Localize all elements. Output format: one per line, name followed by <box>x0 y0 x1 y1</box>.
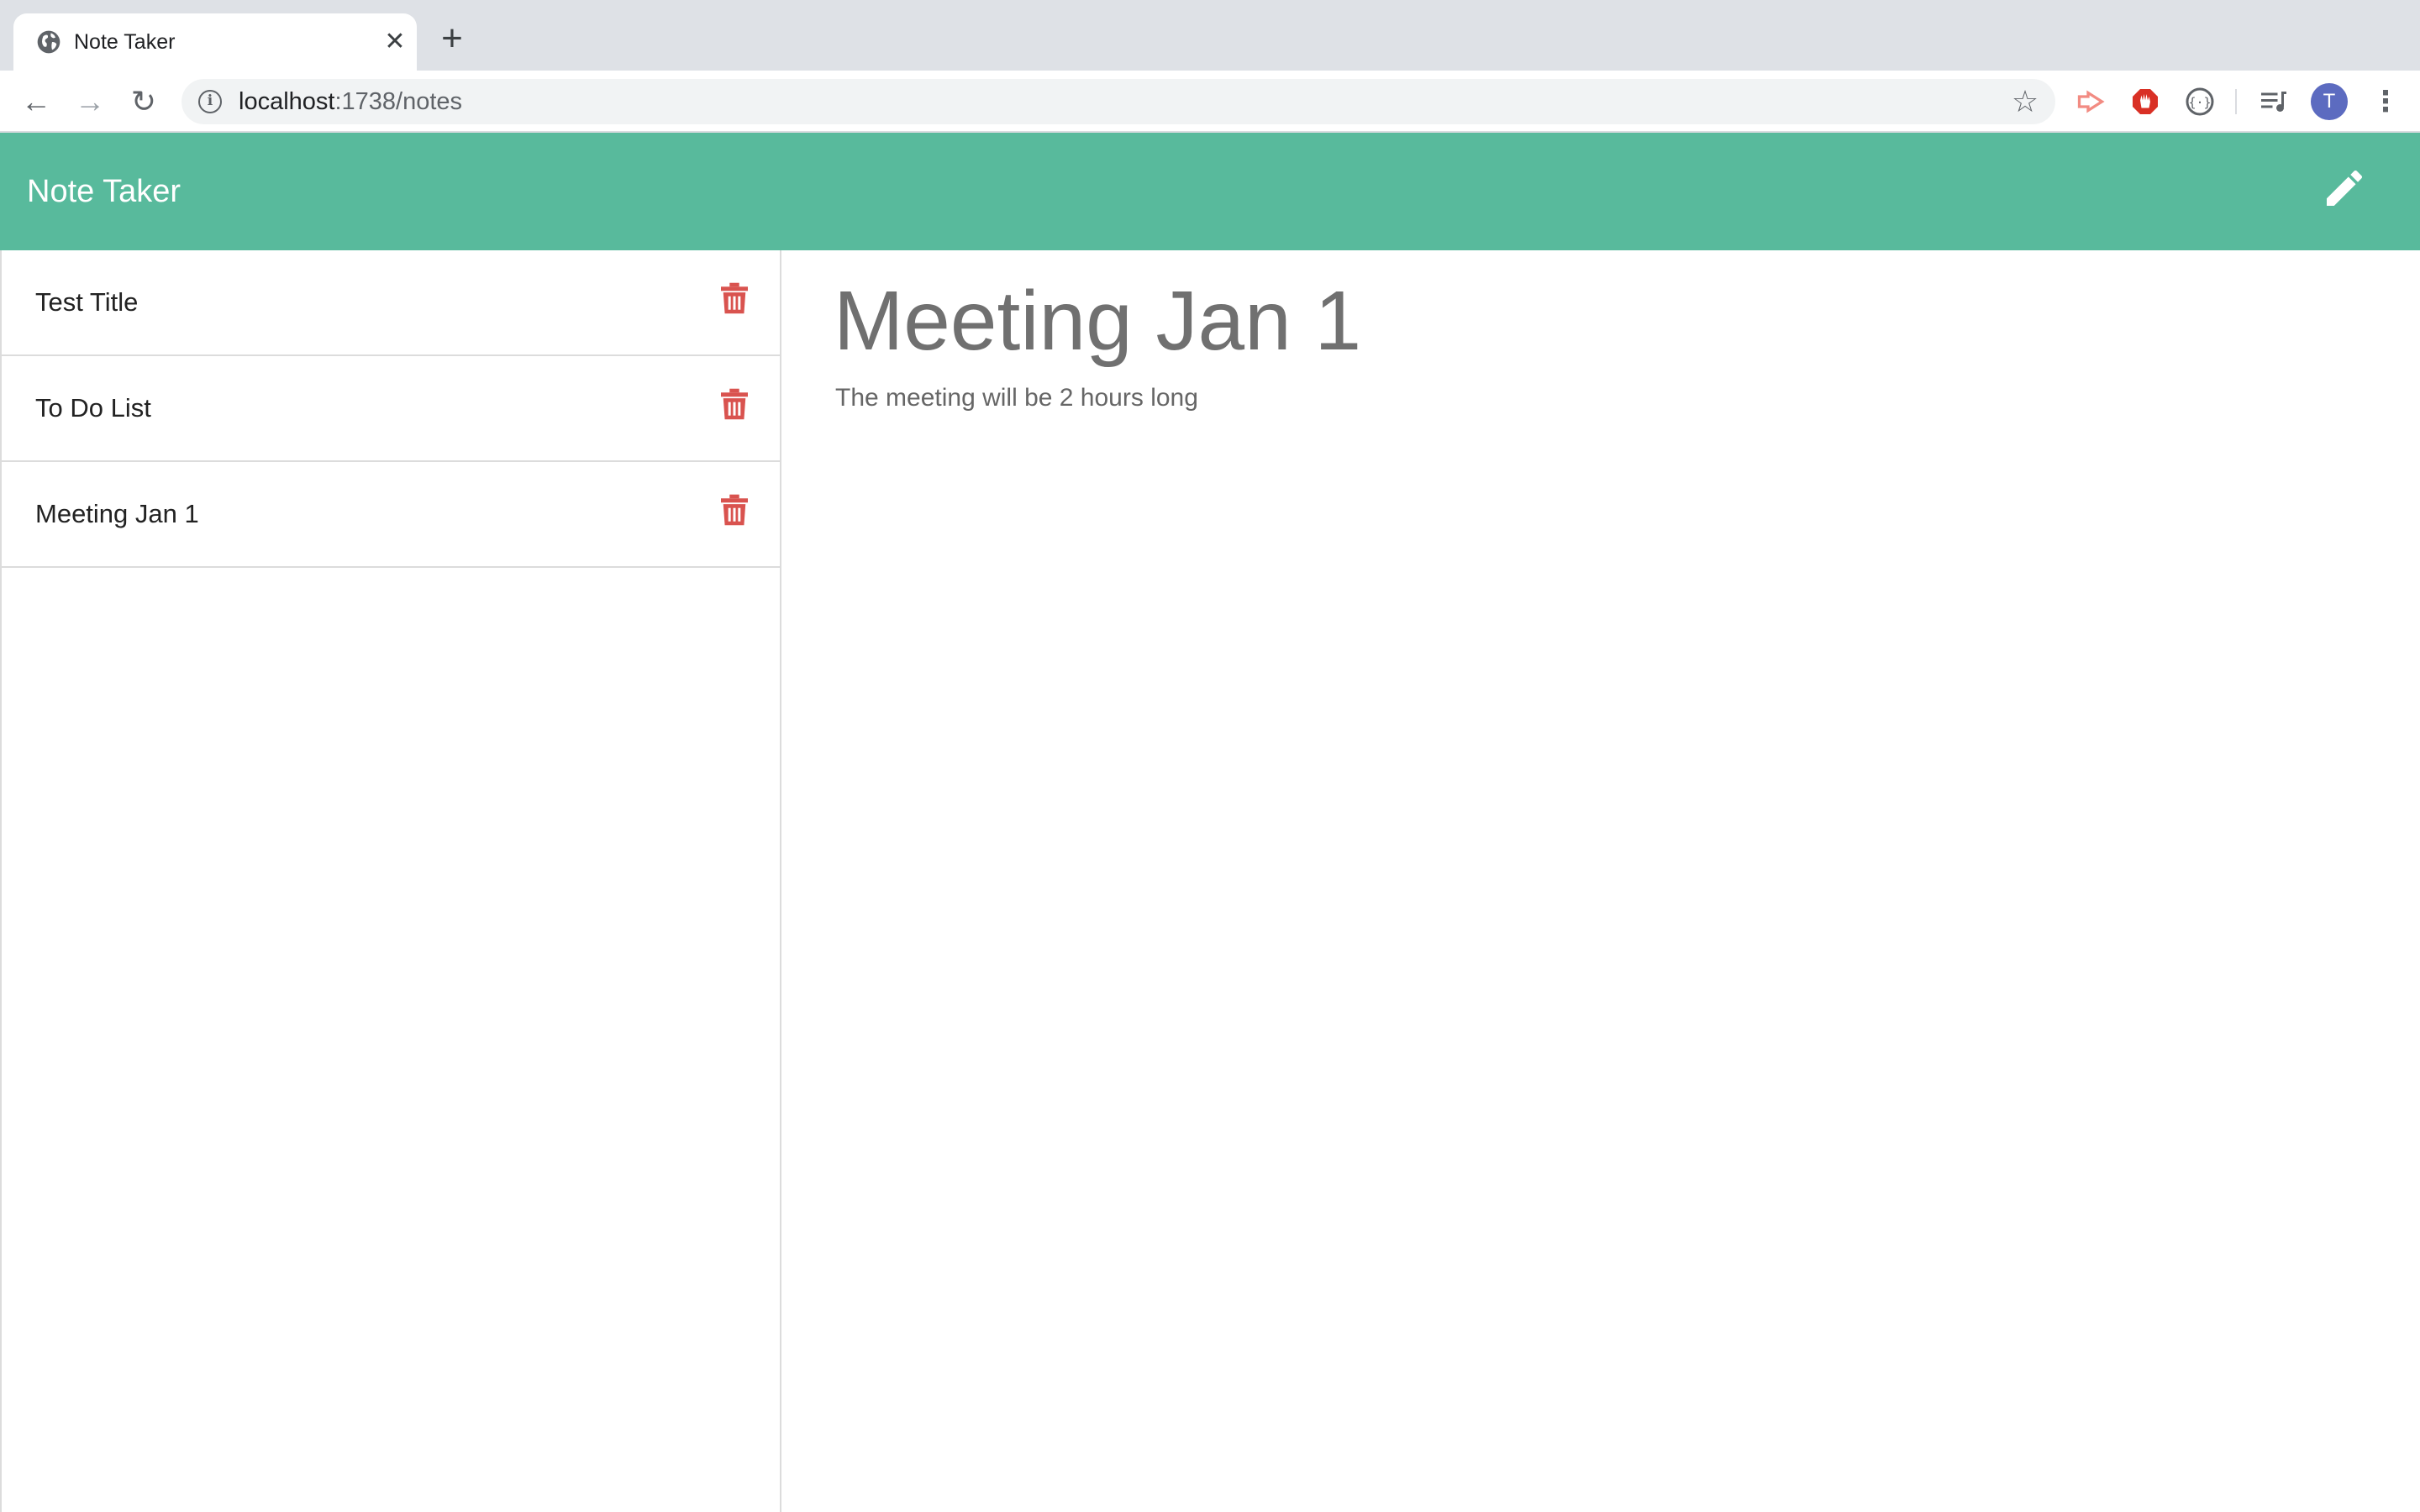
cast-icon[interactable] <box>2075 87 2106 117</box>
trash-icon[interactable] <box>721 388 748 420</box>
pencil-icon[interactable] <box>2321 165 2368 212</box>
svg-text:{·}: {·} <box>2188 95 2211 110</box>
close-tab-icon[interactable]: ✕ <box>383 29 407 55</box>
note-item-title[interactable]: Test Title <box>35 250 138 354</box>
back-button[interactable]: ← <box>18 84 54 119</box>
adblock-icon[interactable] <box>2130 87 2160 117</box>
app-title[interactable]: Note Taker <box>27 133 181 250</box>
new-tab-button[interactable]: + <box>437 20 467 57</box>
toolbar-divider <box>2235 89 2237 114</box>
media-queue-icon[interactable] <box>2259 87 2289 117</box>
site-info-icon[interactable]: i <box>198 90 222 113</box>
reload-button[interactable]: ↻ <box>126 84 161 119</box>
trash-icon[interactable] <box>721 282 748 314</box>
note-view: Meeting Jan 1 The meeting will be 2 hour… <box>783 250 2420 1512</box>
list-item[interactable]: Test Title <box>2 250 780 356</box>
browser-tab[interactable]: Note Taker ✕ <box>13 13 417 71</box>
url-path: :1738/notes <box>334 88 463 115</box>
address-bar[interactable]: i localhost:1738/notes ☆ <box>182 79 2055 124</box>
browser-menu-icon[interactable]: ⋮ <box>2371 85 2400 118</box>
note-item-title[interactable]: To Do List <box>35 356 151 460</box>
note-title-display[interactable]: Meeting Jan 1 <box>834 270 1361 371</box>
code-braces-icon[interactable]: {·} <box>2185 87 2215 117</box>
forward-button[interactable]: → <box>72 84 108 119</box>
url-text[interactable]: localhost:1738/notes <box>239 79 462 124</box>
browser-tab-title: Note Taker <box>74 30 176 54</box>
list-item[interactable]: To Do List <box>2 356 780 462</box>
notes-sidebar: Test Title To Do List Meeting Jan 1 <box>0 250 781 1512</box>
browser-toolbar: ← → ↻ i localhost:1738/notes ☆ {·} T ⋮ <box>0 71 2420 133</box>
note-list: Test Title To Do List Meeting Jan 1 <box>2 250 780 568</box>
note-item-title[interactable]: Meeting Jan 1 <box>35 462 199 566</box>
url-host: localhost <box>239 88 335 115</box>
note-text-display[interactable]: The meeting will be 2 hours long <box>835 381 1198 415</box>
globe-icon <box>37 30 60 54</box>
browser-tab-strip: Note Taker ✕ + <box>0 0 2420 71</box>
app-navbar: Note Taker <box>0 133 2420 250</box>
list-item[interactable]: Meeting Jan 1 <box>2 462 780 568</box>
trash-icon[interactable] <box>721 494 748 526</box>
profile-avatar[interactable]: T <box>2311 83 2348 120</box>
bookmark-star-icon[interactable]: ☆ <box>2010 86 2040 118</box>
